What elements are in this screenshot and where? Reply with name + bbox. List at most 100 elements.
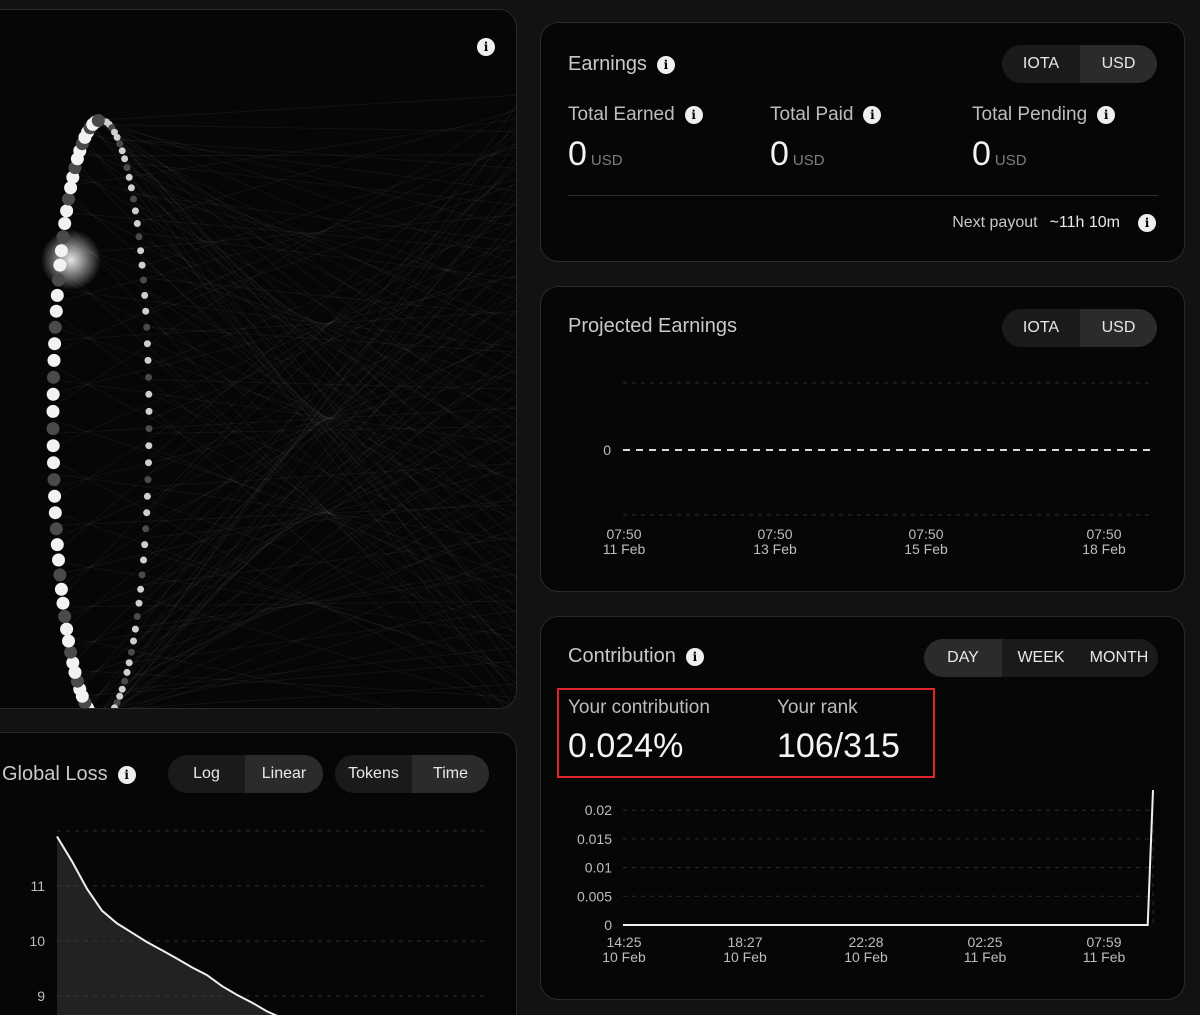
x-tick-label-date: 13 Feb bbox=[753, 541, 797, 557]
node bbox=[48, 320, 62, 334]
node bbox=[121, 155, 129, 163]
x-tick-label-time: 18:27 bbox=[727, 934, 762, 950]
total-earned-label-text: Total Earned bbox=[568, 104, 675, 125]
scale-toggle: Log Linear bbox=[168, 755, 323, 793]
node bbox=[133, 220, 141, 227]
node bbox=[142, 307, 150, 315]
projected-earnings-title-text: Projected Earnings bbox=[568, 315, 737, 337]
node bbox=[135, 599, 143, 607]
node bbox=[49, 304, 63, 318]
node bbox=[130, 637, 137, 645]
node bbox=[47, 456, 60, 470]
node bbox=[53, 568, 67, 582]
node bbox=[64, 645, 78, 659]
node bbox=[123, 164, 131, 172]
currency-option-iota[interactable]: IOTA bbox=[1002, 309, 1080, 347]
info-icon[interactable]: i bbox=[863, 106, 882, 124]
connection-line bbox=[82, 660, 516, 697]
axis-option-time[interactable]: Time bbox=[412, 755, 489, 793]
node bbox=[123, 668, 131, 676]
total-pending-value: 0 USD bbox=[972, 135, 1027, 174]
connection-line bbox=[121, 647, 516, 691]
node bbox=[141, 291, 149, 299]
projected-earnings-panel: Projected Earnings IOTA USD 0 07:50 11 Feb… bbox=[540, 286, 1185, 592]
total-earned-amount: 0 bbox=[568, 135, 587, 173]
currency-option-iota[interactable]: IOTA bbox=[1002, 45, 1080, 83]
node bbox=[118, 147, 126, 155]
currency-option-usd[interactable]: USD bbox=[1080, 45, 1157, 83]
period-option-day[interactable]: DAY bbox=[924, 639, 1002, 677]
node bbox=[138, 571, 146, 579]
node bbox=[53, 258, 67, 272]
node bbox=[144, 476, 152, 484]
node bbox=[56, 596, 70, 610]
node bbox=[47, 473, 61, 487]
total-paid-label: Total Paid i bbox=[770, 104, 882, 126]
connection-line bbox=[104, 120, 516, 433]
next-payout: Next payout ~11h 10m i bbox=[952, 214, 1156, 232]
node bbox=[62, 634, 75, 648]
x-tick-label-time: 02:25 bbox=[967, 934, 1002, 950]
x-tick-label-date: 11 Feb bbox=[1083, 949, 1126, 965]
node bbox=[130, 195, 137, 203]
scale-option-linear[interactable]: Linear bbox=[245, 755, 323, 793]
node bbox=[58, 610, 72, 623]
node bbox=[144, 356, 152, 364]
contribution-panel: Contribution i DAY WEEK MONTH Your contr… bbox=[540, 616, 1185, 1000]
total-paid-amount: 0 bbox=[770, 135, 789, 173]
node bbox=[58, 217, 72, 230]
node bbox=[143, 492, 151, 500]
y-tick-label: 0 bbox=[603, 442, 611, 458]
node bbox=[60, 204, 74, 218]
axis-option-tokens[interactable]: Tokens bbox=[335, 755, 412, 793]
earnings-title: Earnings i bbox=[568, 53, 675, 76]
info-icon[interactable]: i bbox=[656, 55, 675, 74]
total-pending-label: Total Pending i bbox=[972, 104, 1116, 126]
total-paid-label-text: Total Paid bbox=[770, 104, 854, 125]
node bbox=[142, 525, 150, 533]
currency-option-usd[interactable]: USD bbox=[1080, 309, 1157, 347]
node bbox=[46, 404, 60, 418]
node bbox=[145, 373, 152, 381]
node bbox=[56, 230, 70, 244]
node bbox=[140, 276, 147, 284]
info-icon[interactable]: i bbox=[117, 765, 136, 784]
node bbox=[127, 184, 135, 192]
info-icon[interactable]: i bbox=[684, 106, 703, 124]
x-tick-label-date: 11 Feb bbox=[964, 949, 1007, 965]
node bbox=[48, 506, 62, 520]
node bbox=[52, 273, 65, 287]
node bbox=[145, 390, 153, 398]
info-icon[interactable]: i bbox=[1097, 106, 1116, 124]
period-option-month[interactable]: MONTH bbox=[1080, 639, 1158, 677]
x-tick-label-time: 14:25 bbox=[606, 934, 641, 950]
connection-line bbox=[64, 222, 507, 708]
node bbox=[113, 133, 121, 141]
total-pending-amount: 0 bbox=[972, 135, 991, 173]
node bbox=[60, 622, 74, 636]
global-loss-panel: Global Loss i Log Linear Tokens Time 11 1… bbox=[0, 732, 517, 1015]
next-payout-label: Next payout bbox=[952, 214, 1038, 231]
node bbox=[137, 585, 145, 593]
global-loss-title-text: Global Loss bbox=[2, 763, 108, 785]
node bbox=[140, 556, 147, 564]
node bbox=[46, 422, 60, 436]
node bbox=[116, 140, 124, 148]
y-tick-label: 11 bbox=[30, 878, 45, 894]
node bbox=[125, 173, 133, 181]
total-pending-label-text: Total Pending bbox=[972, 104, 1088, 125]
info-icon[interactable]: i bbox=[685, 647, 704, 666]
contribution-period-toggle: DAY WEEK MONTH bbox=[924, 639, 1158, 677]
your-rank-value: 106/315 bbox=[777, 727, 900, 765]
y-tick-label: 0.02 bbox=[585, 802, 612, 818]
period-option-week[interactable]: WEEK bbox=[1002, 639, 1080, 677]
global-loss-title: Global Loss i bbox=[2, 763, 136, 786]
total-pending-unit: USD bbox=[994, 152, 1027, 169]
node bbox=[137, 247, 145, 255]
earnings-title-text: Earnings bbox=[568, 53, 647, 75]
x-tick-label-date: 11 Feb bbox=[603, 541, 646, 557]
node bbox=[138, 261, 146, 269]
node bbox=[50, 288, 64, 302]
scale-option-log[interactable]: Log bbox=[168, 755, 245, 793]
info-icon[interactable]: i bbox=[1138, 214, 1156, 232]
